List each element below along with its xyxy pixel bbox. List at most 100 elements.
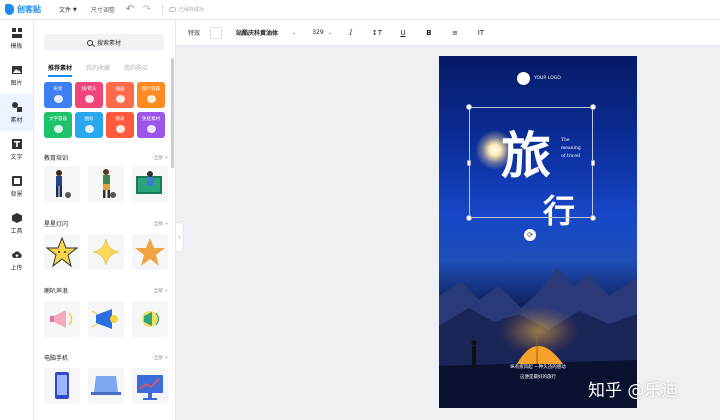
category-line-arrow[interactable]: 线/箭头 bbox=[75, 82, 103, 108]
teacher-illustration bbox=[56, 170, 71, 198]
resize-handle-top-right[interactable] bbox=[590, 104, 596, 110]
category-shape[interactable]: 形状 bbox=[44, 82, 72, 108]
section-more-link[interactable]: 全部 > bbox=[154, 155, 168, 161]
resize-menu[interactable]: 尺寸调整 bbox=[91, 5, 115, 14]
material-thumb[interactable] bbox=[44, 166, 80, 202]
section-title: 教育培训 bbox=[44, 155, 69, 162]
poster-logo[interactable]: YOUR LOGO bbox=[517, 72, 561, 85]
category-icons[interactable]: 图标 bbox=[75, 112, 103, 138]
section-stars-items bbox=[44, 234, 168, 270]
rail-item-template[interactable]: 模板 bbox=[0, 20, 33, 57]
megaphone-icon bbox=[91, 309, 118, 329]
rail-item-image[interactable]: 图片 bbox=[0, 57, 33, 94]
material-thumb[interactable] bbox=[88, 234, 124, 270]
sparkle-icon bbox=[92, 238, 120, 266]
material-tabs: 推荐素材 我的收藏 我的购买 bbox=[48, 63, 162, 77]
chevron-down-icon[interactable]: ⌄ bbox=[292, 30, 296, 36]
tab-recommended[interactable]: 推荐素材 bbox=[48, 63, 73, 77]
phone-icon bbox=[55, 372, 69, 399]
material-thumb[interactable] bbox=[88, 368, 124, 404]
panel-scrollbar[interactable] bbox=[171, 58, 174, 168]
logo-placeholder-icon bbox=[517, 72, 530, 85]
category-text-container[interactable]: 文字容器 bbox=[44, 112, 72, 138]
search-material-button[interactable]: 搜索素材 bbox=[44, 34, 164, 51]
category-label: 图片容器 bbox=[142, 87, 160, 92]
undo-icon[interactable]: ↶ bbox=[123, 3, 137, 17]
resize-handle-top-left[interactable] bbox=[466, 104, 472, 110]
section-more-link[interactable]: 全部 > bbox=[154, 355, 168, 361]
resize-handle-bottom-left[interactable] bbox=[466, 215, 472, 221]
underline-button[interactable]: U bbox=[398, 29, 408, 37]
material-thumb[interactable] bbox=[44, 301, 80, 337]
rail-item-text[interactable]: 文字 bbox=[0, 131, 33, 168]
megaphone-icon bbox=[50, 310, 73, 328]
section-more-link[interactable]: 全部 > bbox=[154, 288, 168, 294]
text-color-swatch[interactable] bbox=[210, 26, 223, 39]
frame-icon bbox=[146, 95, 156, 103]
category-cutout[interactable]: 免抠素材 bbox=[137, 112, 165, 138]
rail-item-tools[interactable]: 工具 bbox=[0, 205, 33, 242]
left-rail: 模板 图片 素材 文字 背景 工具 上传 bbox=[0, 20, 34, 420]
redo-icon[interactable]: ↷ bbox=[140, 3, 154, 17]
section-speaker-header: 喇叭声浪 全部 > bbox=[44, 286, 168, 295]
category-image-container[interactable]: 图片容器 bbox=[137, 82, 165, 108]
effect-button[interactable]: 特效 bbox=[188, 28, 200, 37]
logo-icon bbox=[5, 4, 14, 15]
category-charts[interactable]: 图表 bbox=[106, 112, 134, 138]
section-devices-items bbox=[44, 368, 168, 404]
text-box-icon bbox=[53, 125, 63, 133]
align-button[interactable]: ≡ bbox=[450, 29, 460, 37]
bold-button[interactable]: B bbox=[424, 29, 434, 37]
italic-button[interactable]: I bbox=[346, 29, 356, 37]
material-icon bbox=[11, 101, 22, 112]
chevron-down-icon[interactable]: ⌄ bbox=[328, 30, 332, 36]
student-illustration bbox=[103, 169, 116, 198]
rail-item-background[interactable]: 背景 bbox=[0, 168, 33, 205]
laptop-icon bbox=[91, 376, 121, 395]
rotate-icon[interactable]: ⟳ bbox=[524, 229, 536, 241]
resize-handle-bottom-right[interactable] bbox=[590, 215, 596, 221]
material-thumb[interactable] bbox=[132, 234, 168, 270]
material-thumb[interactable] bbox=[88, 301, 124, 337]
section-more-link[interactable]: 全部 > bbox=[154, 221, 168, 227]
poster-logo-text: YOUR LOGO bbox=[534, 76, 561, 81]
material-thumb[interactable] bbox=[44, 234, 80, 270]
poster-caption-line-1[interactable]: 纵有疾风起 一种久违的感动 bbox=[439, 364, 637, 370]
star-icon bbox=[135, 238, 165, 266]
tab-purchased[interactable]: 我的购买 bbox=[124, 63, 148, 77]
line-height-button[interactable]: ↕T bbox=[372, 29, 382, 37]
selection-box[interactable] bbox=[469, 107, 593, 218]
palette-icon bbox=[115, 95, 125, 103]
category-illustration[interactable]: 插画 bbox=[106, 82, 134, 108]
rail-item-material[interactable]: 素材 bbox=[0, 94, 33, 131]
rail-label: 背景 bbox=[10, 190, 23, 198]
font-family-select[interactable]: 站酷庆科黄油体 bbox=[236, 28, 278, 37]
rail-label: 图片 bbox=[10, 79, 23, 87]
category-label: 图表 bbox=[115, 117, 125, 122]
material-thumb[interactable] bbox=[132, 166, 168, 202]
tab-favorites[interactable]: 我的收藏 bbox=[86, 63, 110, 77]
material-thumb[interactable] bbox=[132, 301, 168, 337]
resize-handle-right[interactable] bbox=[591, 160, 595, 166]
material-panel: 搜索素材 推荐素材 我的收藏 我的购买 形状 线/箭头 插画 图片容器 文字容器… bbox=[34, 20, 176, 420]
chevron-down-icon: ▼ bbox=[73, 6, 77, 13]
font-size-select[interactable]: 329 bbox=[312, 29, 323, 36]
file-menu[interactable]: 文件 ▼ bbox=[59, 5, 77, 15]
material-thumb[interactable] bbox=[132, 368, 168, 404]
template-icon bbox=[11, 27, 22, 38]
rail-label: 素材 bbox=[10, 116, 23, 124]
material-thumb[interactable] bbox=[44, 368, 80, 404]
category-label: 形状 bbox=[53, 87, 63, 92]
section-education-header: 教育培训 全部 > bbox=[44, 153, 168, 162]
rail-item-upload[interactable]: 上传 bbox=[0, 242, 33, 279]
online-class-illustration bbox=[136, 171, 162, 194]
collapse-panel-button[interactable]: ‹ bbox=[176, 222, 184, 252]
material-thumb[interactable] bbox=[88, 166, 124, 202]
tent-glow bbox=[499, 306, 579, 356]
upload-icon bbox=[11, 250, 22, 258]
letter-spacing-button[interactable]: IT bbox=[476, 29, 486, 37]
text-toolbar: 特效 站酷庆科黄油体 ⌄ 329 ⌄ I ↕T U B ≡ IT bbox=[176, 20, 720, 46]
resize-handle-left[interactable] bbox=[467, 160, 471, 166]
star-icon bbox=[45, 236, 79, 268]
app-logo[interactable]: 创客贴 bbox=[5, 4, 53, 15]
